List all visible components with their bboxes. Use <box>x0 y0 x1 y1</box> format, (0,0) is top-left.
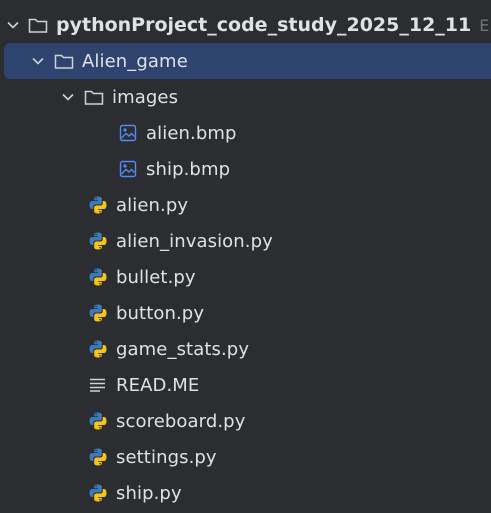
tree-row-root[interactable]: pythonProject_code_study_2025_12_11 E:\p <box>0 7 491 43</box>
tree-row-alien-game[interactable]: Alien_game <box>4 43 491 79</box>
python-file-icon <box>88 231 108 251</box>
root-folder-label: pythonProject_code_study_2025_12_11 <box>56 14 472 36</box>
python-file-icon <box>88 195 108 215</box>
file-label: settings.py <box>116 446 217 468</box>
file-label: game_stats.py <box>116 338 250 360</box>
tree-row-file[interactable]: ship.py <box>0 475 491 511</box>
tree-row-file[interactable]: settings.py <box>0 439 491 475</box>
tree-row-images[interactable]: images <box>0 79 491 115</box>
folder-label: Alien_game <box>82 50 188 72</box>
tree-row-file[interactable]: READ.ME <box>0 367 491 403</box>
file-label: alien_invasion.py <box>116 230 273 252</box>
file-label: ship.py <box>116 482 182 504</box>
tree-row-file[interactable]: alien.bmp <box>0 115 491 151</box>
chevron-down-icon[interactable] <box>6 17 20 33</box>
file-label: READ.ME <box>116 374 200 396</box>
tree-row-file[interactable]: alien_invasion.py <box>0 223 491 259</box>
python-file-icon <box>88 339 108 359</box>
folder-icon <box>28 15 48 35</box>
python-file-icon <box>88 447 108 467</box>
file-label: alien.bmp <box>146 122 237 144</box>
chevron-down-icon[interactable] <box>30 53 46 69</box>
root-path-hint: E:\p <box>479 15 491 35</box>
file-label: bullet.py <box>116 266 196 288</box>
tree-row-file[interactable]: bullet.py <box>0 259 491 295</box>
python-file-icon <box>88 483 108 503</box>
tree-row-file[interactable]: button.py <box>0 295 491 331</box>
tree-row-file[interactable]: alien.py <box>0 187 491 223</box>
image-file-icon <box>118 123 138 143</box>
file-label: ship.bmp <box>146 158 231 180</box>
tree-row-file[interactable]: scoreboard.py <box>0 403 491 439</box>
folder-label: images <box>112 86 179 108</box>
python-file-icon <box>88 267 108 287</box>
file-label: button.py <box>116 302 205 324</box>
tree-row-file[interactable]: ship.bmp <box>0 151 491 187</box>
folder-icon <box>54 51 74 71</box>
file-label: scoreboard.py <box>116 410 246 432</box>
project-tree: pythonProject_code_study_2025_12_11 E:\p… <box>0 0 491 513</box>
python-file-icon <box>88 411 108 431</box>
tree-row-file[interactable]: game_stats.py <box>0 331 491 367</box>
chevron-down-icon[interactable] <box>60 89 76 105</box>
folder-icon <box>84 87 104 107</box>
file-label: alien.py <box>116 194 189 216</box>
python-file-icon <box>88 303 108 323</box>
image-file-icon <box>118 159 138 179</box>
text-file-icon <box>88 375 108 395</box>
